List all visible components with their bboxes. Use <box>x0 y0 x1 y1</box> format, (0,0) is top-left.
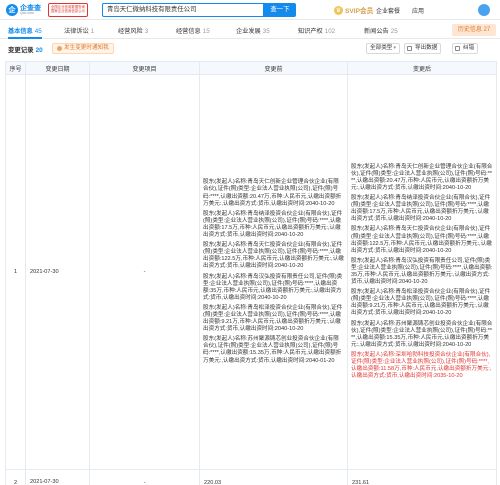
vip-label: SVIP会员 <box>345 8 374 15</box>
bell-icon <box>57 46 62 51</box>
edit-icon <box>455 46 460 51</box>
row-index: 1 <box>5 74 26 470</box>
row-before: 股东(发起人)名称:青岛天仁创新企业管理合伙企业(有限合伙),证件(照)类型:企… <box>199 74 348 470</box>
shareholder-entry: 股东(发起人)名称:苏州聚源铸芯创业投资合伙企业(有限合伙),证件(照)类型:企… <box>351 320 493 348</box>
search-input[interactable]: 青岛天仁微纳科技有限责任公司 <box>102 3 264 17</box>
shareholder-entry: 股东(发起人)名称:青岛天仁投资合伙企业(有限合伙),证件(照)类型:企业法人营… <box>351 226 492 254</box>
credit-badge[interactable]: 全国企业信用数据查询 国家企业信用信息公示 <box>48 3 88 17</box>
row-item: - <box>89 74 200 470</box>
col-date: 变更日期 <box>25 61 90 75</box>
shareholder-entry: 股东(发起人)名称:青岛纳泽投资合伙企业(有限合伙),证件(照)类型:企业法人营… <box>351 195 491 223</box>
tab-operations[interactable]: 经营信息 15 <box>176 26 210 35</box>
col-index: 序号 <box>5 61 26 75</box>
avatar[interactable] <box>478 4 490 16</box>
shareholder-entry: 股东(发起人)名称:青岛松泽投资合伙企业(有限合伙),证件(照)类型:企业法人营… <box>351 289 491 317</box>
nav-apps[interactable]: 应用 <box>412 6 424 15</box>
col-after: 变更后 <box>347 61 497 75</box>
col-before: 变更前 <box>199 61 348 75</box>
nav-enterprise-package[interactable]: 企业套餐 <box>376 6 400 15</box>
shareholder-entry: 股东(发起人)名称:青岛汉弘投资有限责任公司,证件(照)类型:企业法人营业执照(… <box>203 273 343 301</box>
type-filter-select[interactable]: 全部类型 ▾ <box>366 43 400 54</box>
chevron-down-icon: ▾ <box>393 45 396 51</box>
row-item: - <box>89 469 200 485</box>
row-date: 2021-07-30 <box>25 469 90 485</box>
row-after-value: 231.61 <box>347 469 497 485</box>
shareholder-entry: 股东(发起人)名称:青岛松泽投资合伙企业(有限合伙),证件(照)类型:企业法人营… <box>203 304 343 333</box>
section-title: 变更记录 20 <box>8 47 43 54</box>
export-button[interactable]: 导出数据 <box>404 43 442 54</box>
table-row: 2 2021-07-30 - 220.03 231.61 <box>5 469 497 485</box>
logo-url: Qcc.com <box>20 10 34 15</box>
export-icon <box>407 46 412 51</box>
shareholder-entry: 股东(发起人)名称:青岛纳泽投资合伙企业(有限合伙),证件(照)类型:企业法人营… <box>203 210 343 239</box>
shareholder-entry: 股东(发起人)名称:青岛天仁投资合伙企业(有限合伙),证件(照)类型:企业法人营… <box>203 242 344 270</box>
row-index: 2 <box>5 469 26 485</box>
logo[interactable]: 企 企查查 Qcc.com <box>6 3 46 17</box>
section-header: 变更记录 20 发生变更时通知我 全部类型 ▾ 导出数据 纠错 <box>0 39 500 59</box>
tab-development[interactable]: 企业发展 35 <box>236 26 270 35</box>
search-button[interactable]: 查一下 <box>264 3 296 17</box>
tab-news[interactable]: 新闻公告 25 <box>364 26 398 35</box>
top-bar: 企 企查查 Qcc.com 全国企业信用数据查询 国家企业信用信息公示 青岛天仁… <box>0 0 500 20</box>
badge-line-2: 国家企业信用信息公示 <box>51 9 85 13</box>
shareholder-entry: 股东(发起人)名称:青岛汉弘投资有限责任公司,证件(照)类型:企业法人营业执照(… <box>351 257 493 286</box>
change-records-table: 序号 变更日期 变更项目 变更前 变更后 1 2021-07-30 - 股东(发… <box>5 61 497 485</box>
table-row: 1 2021-07-30 - 股东(发起人)名称:青岛天仁创新企业管理合伙企业(… <box>5 74 497 470</box>
vip-link[interactable]: ♛ SVIP会员 <box>334 5 373 15</box>
shareholder-entry: 股东(发起人)名称:青岛天仁创新企业管理合伙企业(有限合伙),证件(照)类型:企… <box>203 179 342 207</box>
shareholder-entry: 股东(发起人)名称:青岛天仁创新企业管理合伙企业(有限合伙),证件(照)类型:企… <box>351 163 493 191</box>
notify-change-button[interactable]: 发生变更时通知我 <box>52 43 114 54</box>
row-date: 2021-07-30 <box>25 74 90 470</box>
tab-basic-info[interactable]: 基本信息 45 <box>8 26 42 39</box>
tab-history[interactable]: 历史信息 27 <box>452 24 496 36</box>
table-header-row: 序号 变更日期 变更项目 变更前 变更后 <box>5 61 497 75</box>
col-item: 变更项目 <box>89 61 200 75</box>
logo-mark-icon: 企 <box>6 4 18 16</box>
row-after: 股东(发起人)名称:青岛天仁创新企业管理合伙企业(有限合伙),证件(照)类型:企… <box>347 74 497 470</box>
tab-legal[interactable]: 法律诉讼 1 <box>64 26 94 35</box>
tab-ip[interactable]: 知识产权 102 <box>298 26 335 35</box>
row-before-value: 220.03 <box>199 469 348 485</box>
shareholder-entry: 股东(发起人)名称:苏州聚源铸芯创业投资合伙企业(有限合伙),证件(照)类型:企… <box>203 336 342 364</box>
tab-risk[interactable]: 经营风险 3 <box>118 26 148 35</box>
feedback-button[interactable]: 纠错 <box>452 43 479 54</box>
section-tabs: 基本信息 45 法律诉讼 1 经营风险 3 经营信息 15 企业发展 35 知识产权 102… <box>0 21 500 39</box>
new-shareholder-entry: 股东(发起人)名称:深圳哈勃科技投资合伙企业(有限合伙),证件(照)类型:企业法… <box>351 351 492 380</box>
crown-icon: ♛ <box>334 5 343 15</box>
